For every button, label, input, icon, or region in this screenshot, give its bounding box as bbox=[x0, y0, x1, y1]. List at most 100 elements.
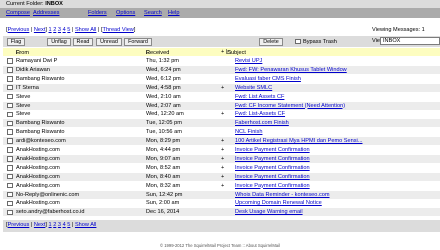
table-row[interactable]: Steve Wed, 2:10 am Fwd: List Assets CF bbox=[3, 92, 440, 101]
row-from: Bambang Riswanto bbox=[16, 129, 65, 136]
table-row[interactable]: IT Sterna Wed, 4:58 pm + Website SMLC bbox=[3, 83, 440, 92]
unflag-button[interactable]: Unflag bbox=[47, 37, 71, 46]
delete-button[interactable]: Delete bbox=[259, 37, 283, 46]
row-subject-link[interactable]: Fwd: List Assets CF bbox=[235, 94, 284, 100]
table-row[interactable]: Steve Wed, 2:07 am Fwd: CF Income Statemen… bbox=[3, 101, 440, 110]
show-all-link[interactable]: Show All bbox=[75, 27, 96, 33]
row-subject-link[interactable]: Fwd: FW: Penawaran Khusus Tablet Window bbox=[235, 67, 347, 73]
row-select-checkbox[interactable] bbox=[7, 67, 13, 73]
thread-view-link[interactable]: Thread View bbox=[103, 27, 134, 33]
flag-button[interactable]: Flag bbox=[7, 37, 25, 46]
next-page-link-bottom[interactable]: Next bbox=[34, 222, 46, 228]
page-3-link[interactable]: 3 bbox=[58, 27, 61, 33]
page-5-link-bottom[interactable]: 5 bbox=[67, 222, 70, 228]
next-page-link[interactable]: Next bbox=[34, 27, 46, 33]
row-select-checkbox[interactable] bbox=[7, 120, 13, 127]
row-subject-link[interactable]: Invoice Payment Confirmation bbox=[235, 165, 310, 171]
row-select-checkbox[interactable] bbox=[7, 93, 13, 100]
table-row[interactable]: Didik Ariawan Wed, 6:24 pm Fwd: FW: Penawa… bbox=[3, 65, 440, 74]
row-from: AnakHosting.com bbox=[16, 147, 60, 153]
row-select-checkbox[interactable] bbox=[7, 209, 13, 216]
previous-page-link-bottom[interactable]: Previous bbox=[8, 222, 30, 228]
table-row[interactable]: Bambang Riswanto Tue, 10:56 am NCL Finish bbox=[3, 128, 440, 137]
page-1-link[interactable]: 1 bbox=[49, 27, 52, 33]
table-row[interactable]: AnakHosting.com Sun, 2:00 am Upcoming Doma… bbox=[3, 199, 440, 208]
row-subject-link[interactable]: Faberhost.com Finish bbox=[235, 120, 289, 126]
menu-addresses-link[interactable]: Addresses bbox=[33, 10, 59, 16]
row-select-checkbox[interactable] bbox=[7, 138, 13, 144]
row-select-checkbox[interactable] bbox=[7, 147, 13, 153]
table-row[interactable]: Bambang Riswanto Tue, 12:05 pm Faberhost.c… bbox=[3, 119, 440, 128]
folder-search-input[interactable]: INBOX bbox=[380, 37, 440, 45]
table-row[interactable]: AnakHosting.com Mon, 8:40 am + Invoice Paym… bbox=[3, 172, 440, 181]
unread-button[interactable]: Unread bbox=[96, 37, 122, 46]
row-subject-link[interactable]: Desk Usage Warning email bbox=[235, 209, 303, 215]
row-select-checkbox[interactable] bbox=[7, 165, 13, 171]
row-select-checkbox[interactable] bbox=[7, 76, 13, 82]
pagination-bottom: [Previous | Next] 1 2 3 4 5 | Show All bbox=[6, 222, 97, 228]
table-row[interactable]: AnakHosting.com Mon, 8:52 am + Invoice Paym… bbox=[3, 163, 440, 172]
row-select-checkbox[interactable] bbox=[7, 58, 13, 64]
page-5-link[interactable]: 5 bbox=[67, 27, 70, 33]
row-select-checkbox[interactable] bbox=[7, 111, 13, 118]
row-subject-link[interactable]: 100 Artikel Registrasi Mya HPMI dan Pemo… bbox=[235, 138, 362, 144]
row-subject-link[interactable]: Invoice Payment Confirmation bbox=[235, 156, 310, 162]
row-select-checkbox[interactable] bbox=[7, 182, 13, 189]
page-2-link[interactable]: 2 bbox=[53, 27, 56, 33]
row-select-checkbox[interactable] bbox=[7, 102, 13, 109]
page-4-link-bottom[interactable]: 4 bbox=[63, 222, 66, 228]
menu-options-link[interactable]: Options bbox=[116, 10, 135, 16]
row-select-checkbox[interactable] bbox=[7, 129, 13, 135]
table-row[interactable]: Ramayani Dwi P Thu, 1:32 pm Revisi UPJ bbox=[3, 57, 440, 65]
row-flag: + bbox=[221, 173, 225, 180]
menu-help-link[interactable]: Help bbox=[168, 10, 180, 16]
row-select-checkbox[interactable] bbox=[7, 173, 13, 180]
row-received: Wed, 12:20 am bbox=[146, 111, 184, 118]
menu-compose-link[interactable]: Compose bbox=[6, 10, 30, 16]
row-subject-link[interactable]: Fwd: List-Assets CF bbox=[235, 111, 285, 117]
table-row[interactable]: ardi@konteseo.com Mon, 8:29 pm +100 Artike… bbox=[3, 137, 440, 146]
table-row[interactable]: AnakHosting.com Mon, 9:07 am + Invoice Paym… bbox=[3, 154, 440, 163]
page-3-link-bottom[interactable]: 3 bbox=[58, 222, 61, 228]
row-subject-link[interactable]: Whois Data Reminder - konteseo.com bbox=[235, 192, 330, 198]
viewing-label: Viewing Messages: bbox=[372, 27, 421, 33]
row-subject-link[interactable]: Fwd: CF Income Statement (Need Attention… bbox=[235, 103, 345, 109]
show-all-link-bottom[interactable]: Show All bbox=[75, 222, 96, 228]
row-subject-link[interactable]: Evaluasi faber CMS Finish bbox=[235, 76, 301, 82]
table-row[interactable]: AnakHosting.com Mon, 8:32 am + Invoice Paym… bbox=[3, 181, 440, 190]
row-received: Wed, 2:07 am bbox=[146, 102, 181, 109]
sort-from-icon[interactable]: □ bbox=[16, 50, 19, 56]
row-subject-link[interactable]: Invoice Payment Confirmation bbox=[235, 174, 310, 180]
page-1-link-bottom[interactable]: 1 bbox=[49, 222, 52, 228]
table-row[interactable]: Bambang Riswanto Wed, 6:12 pm Evaluasi fab… bbox=[3, 74, 440, 83]
table-row[interactable]: Steve Wed, 12:20 am + Fwd: List-Assets CF bbox=[3, 110, 440, 119]
row-subject-link[interactable]: Revisi UPJ bbox=[235, 58, 262, 64]
row-from: AnakHosting.com bbox=[16, 200, 60, 207]
table-row[interactable]: seto.andry@faberhost.co.id Dec 16, 2014 De… bbox=[3, 208, 440, 217]
menu-folders-link[interactable]: Folders bbox=[88, 10, 107, 16]
page-4-link[interactable]: 4 bbox=[63, 27, 66, 33]
row-subject-link[interactable]: Invoice Payment Confirmation bbox=[235, 147, 310, 153]
forward-button[interactable]: Forward bbox=[124, 37, 152, 46]
message-list-header: From □ Received □ + | Subject □ bbox=[3, 48, 440, 56]
row-select-checkbox[interactable] bbox=[7, 200, 13, 207]
row-select-checkbox[interactable] bbox=[7, 191, 13, 198]
row-subject-link[interactable]: Upcoming Domain Renewal Notice bbox=[235, 200, 322, 206]
page-2-link-bottom[interactable]: 2 bbox=[53, 222, 56, 228]
sort-subject-icon[interactable]: □ bbox=[227, 50, 230, 56]
footer-copyright: © 1999-2012 The SquirrelMail Project Tea… bbox=[159, 243, 280, 248]
sort-received-icon[interactable]: □ bbox=[146, 50, 149, 56]
row-subject-link[interactable]: Invoice Payment Confirmation bbox=[235, 183, 310, 189]
table-row[interactable]: AnakHosting.com Mon, 4:44 pm + Invoice Paym… bbox=[3, 146, 440, 154]
row-select-checkbox[interactable] bbox=[7, 156, 13, 162]
row-subject-link[interactable]: NCL Finish bbox=[235, 129, 262, 135]
read-button[interactable]: Read bbox=[73, 37, 93, 46]
table-row[interactable]: No-Reply@onlinenic.com Sun, 12:42 pm Whois… bbox=[3, 190, 440, 199]
viewing-messages: Viewing Messages: 1 bbox=[372, 27, 425, 33]
row-subject-link[interactable]: Website SMLC bbox=[235, 85, 272, 91]
bypass-trash-checkbox[interactable] bbox=[295, 38, 301, 44]
menu-search-link[interactable]: Search bbox=[144, 10, 162, 16]
row-select-checkbox[interactable] bbox=[7, 84, 13, 91]
previous-page-link[interactable]: Previous bbox=[8, 27, 30, 33]
column-subject[interactable]: + | Subject □ bbox=[221, 49, 246, 56]
